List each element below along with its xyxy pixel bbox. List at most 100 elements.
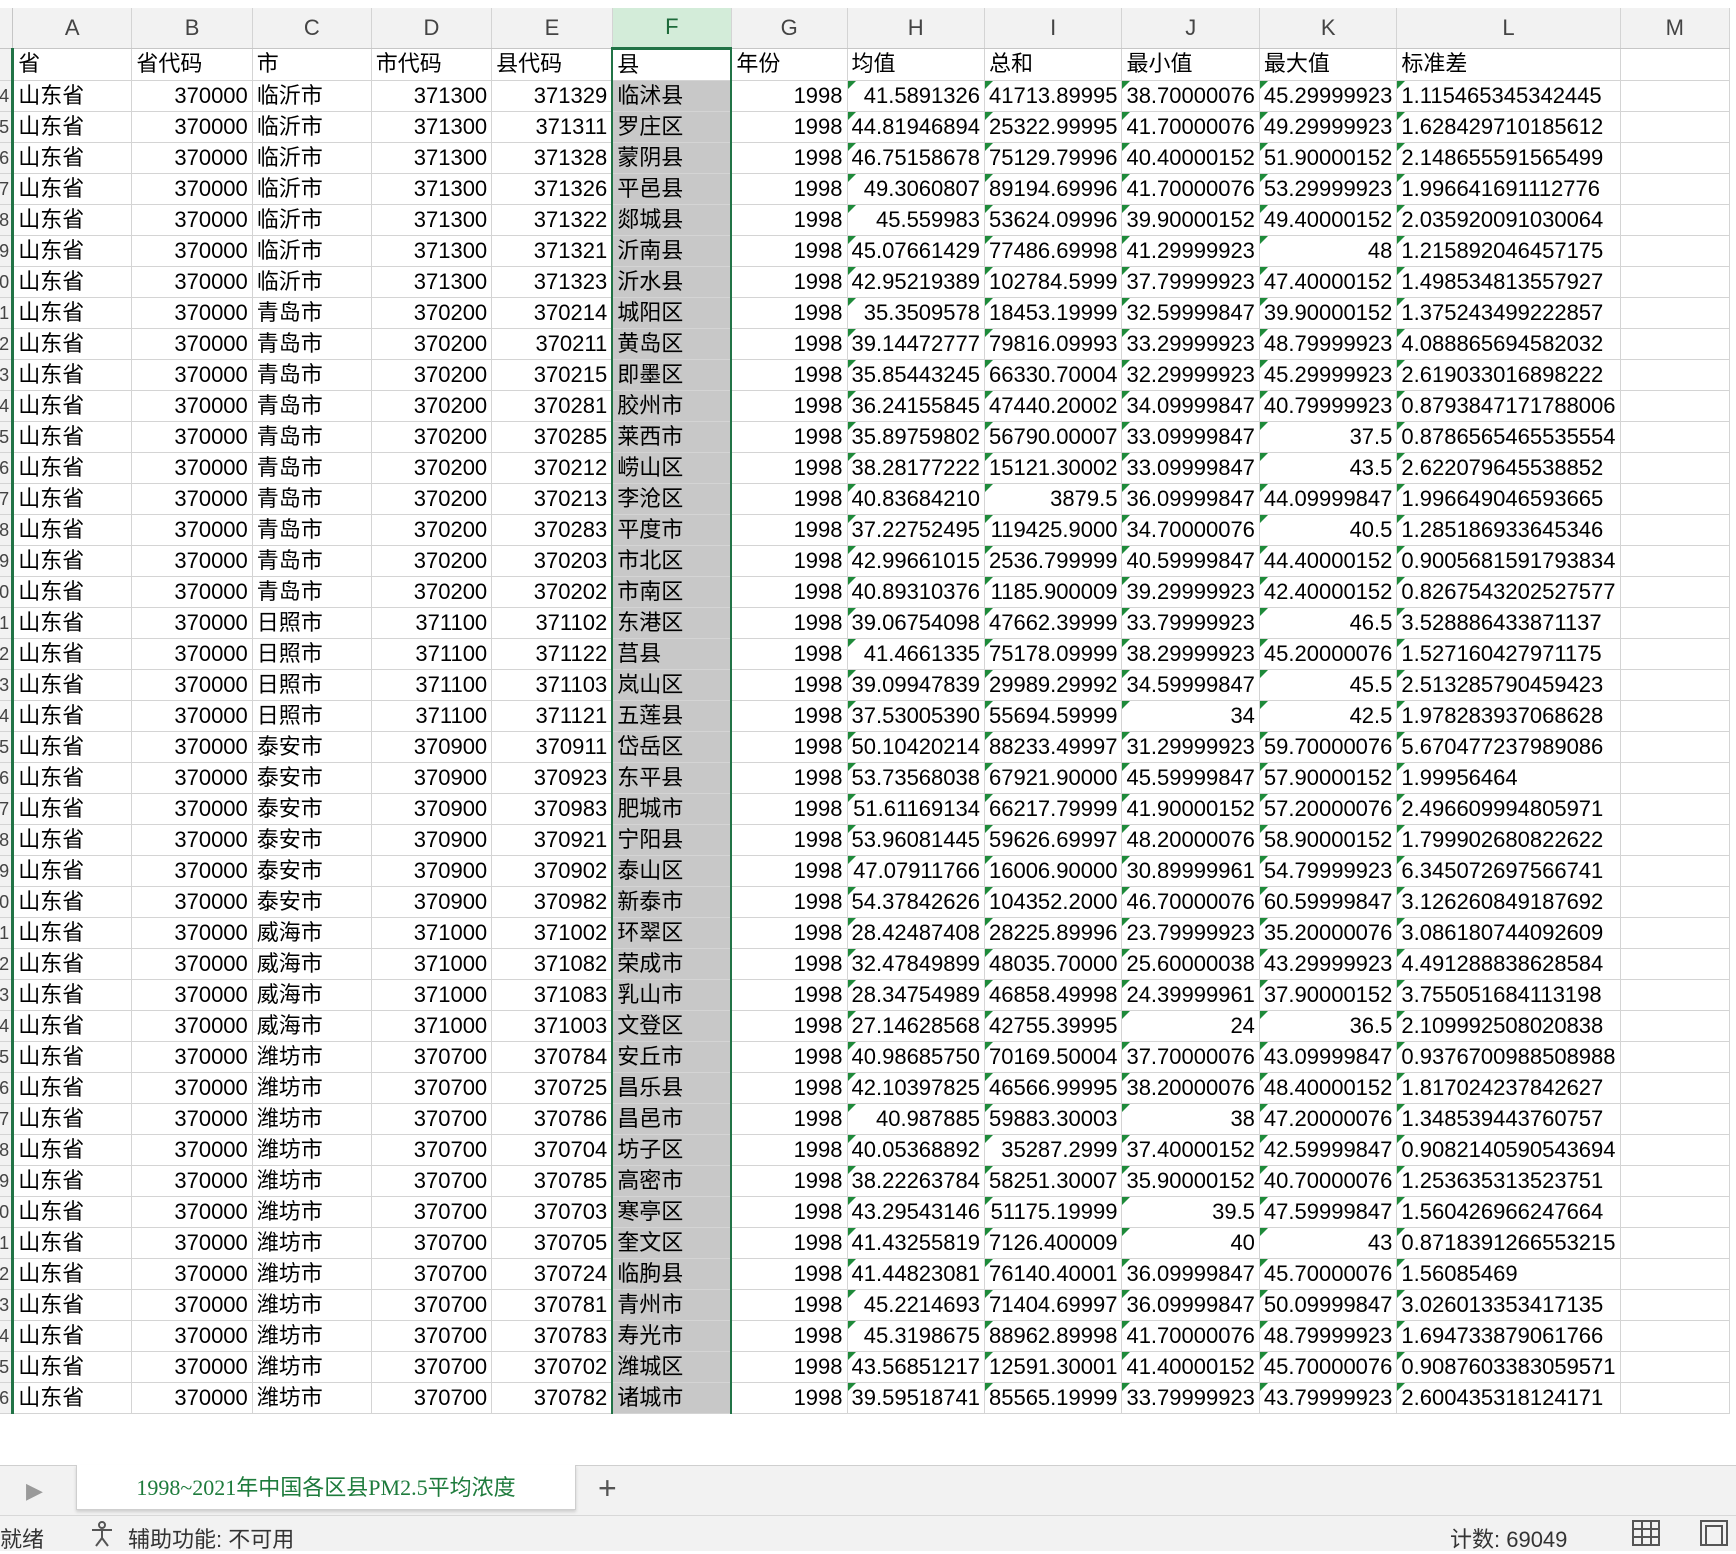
cell[interactable]: 青岛市 [252, 421, 372, 453]
cell[interactable]: 370000 [131, 421, 253, 453]
cell[interactable]: 66330.70004 [984, 359, 1123, 391]
cell[interactable]: 371326 [491, 173, 613, 205]
column-header-b[interactable]: B [131, 8, 253, 49]
cell[interactable]: 370000 [131, 452, 253, 484]
cell[interactable]: 山东省 [12, 266, 133, 298]
cell[interactable]: 1.817024237842627 [1396, 1072, 1621, 1104]
empty-cell[interactable] [1620, 1010, 1731, 1042]
empty-cell[interactable] [1620, 390, 1731, 422]
cell[interactable]: 文登区 [611, 1010, 733, 1042]
cell[interactable]: 370911 [491, 731, 613, 763]
cell[interactable]: 40.987885 [847, 1103, 985, 1135]
cell[interactable]: 29989.29992 [984, 669, 1123, 701]
cell[interactable]: 3879.5 [984, 483, 1123, 515]
cell[interactable]: 43.56851217 [847, 1351, 985, 1383]
cell[interactable]: 39.14472777 [847, 328, 985, 360]
cell[interactable]: 23.79999923 [1121, 917, 1260, 949]
row-number[interactable]: 4 [0, 80, 15, 112]
cell[interactable]: 370902 [491, 855, 613, 887]
cell[interactable]: 370700 [371, 1134, 493, 1166]
cell[interactable]: 1.996641691112776 [1396, 173, 1621, 205]
column-header-k[interactable]: K [1259, 8, 1398, 49]
cell[interactable]: 75178.09999 [984, 638, 1123, 670]
empty-cell[interactable] [1620, 1258, 1731, 1290]
cell[interactable]: 山东省 [12, 700, 133, 732]
cell[interactable]: 1998 [731, 1010, 848, 1042]
cell[interactable]: 1998 [731, 1134, 848, 1166]
cell[interactable]: 泰安市 [252, 855, 372, 887]
cell[interactable]: 18453.19999 [984, 297, 1123, 329]
cell[interactable]: 45.559983 [847, 204, 985, 236]
row-number[interactable]: 4 [0, 390, 15, 422]
cell[interactable]: 临沭县 [611, 80, 733, 112]
cell[interactable]: 371000 [371, 1010, 493, 1042]
cell[interactable]: 47.40000152 [1259, 266, 1398, 298]
row-number[interactable]: 9 [0, 235, 15, 267]
cell[interactable]: 1998 [731, 638, 848, 670]
cell[interactable]: 青岛市 [252, 483, 372, 515]
cell[interactable]: 山东省 [12, 731, 133, 763]
cell[interactable]: 山东省 [12, 1227, 133, 1259]
cell[interactable]: 370700 [371, 1165, 493, 1197]
cell[interactable]: 370000 [131, 328, 253, 360]
cell[interactable]: 44.40000152 [1259, 545, 1398, 577]
cell[interactable]: 2.622079645538852 [1396, 452, 1621, 484]
cell[interactable]: 3.755051684113198 [1396, 979, 1621, 1011]
row-number[interactable]: 6 [0, 452, 15, 484]
cell[interactable]: 38.29999923 [1121, 638, 1260, 670]
cell[interactable]: 371300 [371, 235, 493, 267]
cell[interactable]: 1.348539443760757 [1396, 1103, 1621, 1135]
cell[interactable]: 47440.20002 [984, 390, 1123, 422]
cell[interactable]: 胶州市 [611, 390, 733, 422]
cell[interactable]: 371300 [371, 142, 493, 174]
cell[interactable]: 4.491288838628584 [1396, 948, 1621, 980]
cell[interactable]: 33.29999923 [1121, 328, 1260, 360]
cell[interactable]: 50.09999847 [1259, 1289, 1398, 1321]
column-header-f[interactable]: F [612, 8, 732, 50]
row-number[interactable]: 3 [0, 979, 15, 1011]
cell[interactable]: 临沂市 [252, 80, 372, 112]
cell[interactable]: 山东省 [12, 514, 133, 546]
cell[interactable]: 38.28177222 [847, 452, 985, 484]
cell[interactable]: 370000 [131, 111, 253, 143]
cell[interactable]: 370704 [491, 1134, 613, 1166]
cell[interactable]: 41.70000076 [1121, 111, 1260, 143]
cell[interactable]: 34.59999847 [1121, 669, 1260, 701]
cell[interactable]: 昌乐县 [611, 1072, 733, 1104]
cell[interactable]: 370000 [131, 235, 253, 267]
cell[interactable]: 370203 [491, 545, 613, 577]
cell[interactable]: 1.285186933645346 [1396, 514, 1621, 546]
cell[interactable]: 青岛市 [252, 328, 372, 360]
cell[interactable]: 371300 [371, 173, 493, 205]
cell[interactable]: 1.978283937068628 [1396, 700, 1621, 732]
cell[interactable]: 370000 [131, 514, 253, 546]
cell[interactable]: 40 [1121, 1227, 1260, 1259]
empty-cell[interactable] [1620, 266, 1731, 298]
select-all-corner[interactable] [0, 8, 14, 49]
cell[interactable]: 371300 [371, 111, 493, 143]
row-number[interactable]: 3 [0, 669, 15, 701]
cell[interactable]: 370000 [131, 297, 253, 329]
cell[interactable]: 山东省 [12, 1258, 133, 1290]
row-number[interactable]: 2 [0, 1258, 15, 1290]
cell[interactable]: 日照市 [252, 638, 372, 670]
cell[interactable]: 青岛市 [252, 359, 372, 391]
cell[interactable]: 3.086180744092609 [1396, 917, 1621, 949]
cell[interactable]: 诸城市 [611, 1382, 733, 1414]
row-number[interactable]: 5 [0, 1351, 15, 1383]
cell[interactable]: 1998 [731, 111, 848, 143]
row-number[interactable]: 1 [0, 297, 15, 329]
cell[interactable]: 潍坊市 [252, 1351, 372, 1383]
cell[interactable]: 崂山区 [611, 452, 733, 484]
cell[interactable]: 环翠区 [611, 917, 733, 949]
cell[interactable]: 48035.70000 [984, 948, 1123, 980]
cell[interactable]: 35.20000076 [1259, 917, 1398, 949]
cell[interactable]: 3.126260849187692 [1396, 886, 1621, 918]
cell[interactable]: 山东省 [12, 1072, 133, 1104]
cell[interactable]: 潍坊市 [252, 1196, 372, 1228]
cell[interactable]: 威海市 [252, 917, 372, 949]
cell[interactable]: 1998 [731, 514, 848, 546]
cell[interactable]: 莒县 [611, 638, 733, 670]
cell[interactable]: 43 [1259, 1227, 1398, 1259]
cell[interactable]: 370783 [491, 1320, 613, 1352]
